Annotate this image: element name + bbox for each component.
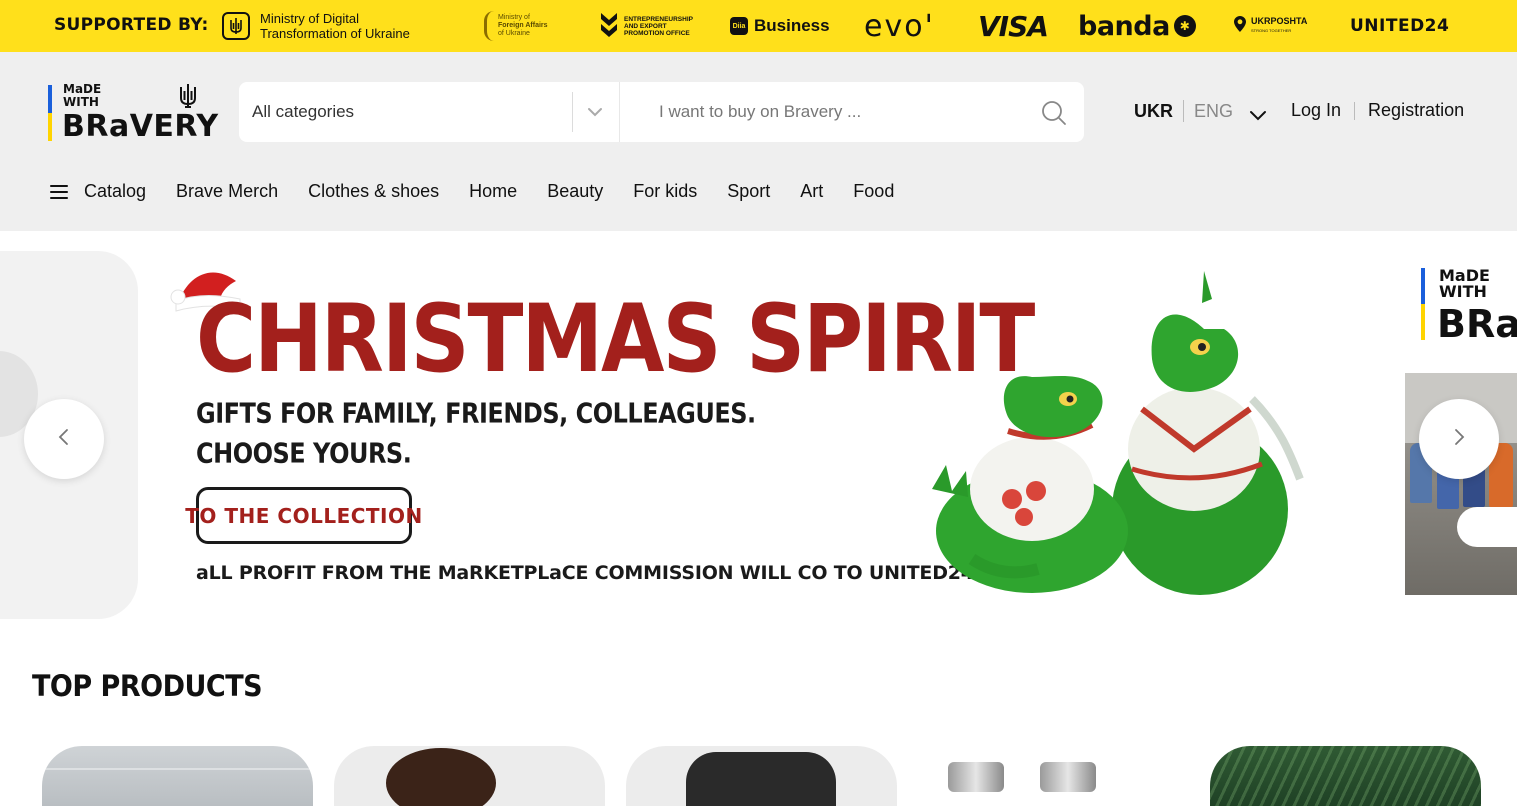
next-logo-line3: BRav	[1437, 302, 1517, 346]
sponsor-banda-text: banda	[1078, 10, 1170, 42]
sponsor-banda[interactable]: banda ✱	[1078, 0, 1196, 52]
next-logo-line2: WITH	[1439, 282, 1487, 301]
sponsor-epo-line1: ENTREPRENEURSHIP	[624, 15, 693, 23]
nav-beauty[interactable]: Beauty	[547, 181, 603, 202]
nav-home[interactable]: Home	[469, 181, 517, 202]
hamburger-menu-icon[interactable]	[50, 184, 68, 199]
sponsor-ukrposhta[interactable]: UKRPOSHTA STRONG TOGETHER	[1234, 0, 1307, 52]
banner-slide[interactable]: CHRISTMAS SPIRIT GIFTS FOR FAMILY, FRIEN…	[160, 251, 1390, 619]
language-ukr[interactable]: UKR	[1134, 101, 1173, 122]
language-eng[interactable]: ENG	[1194, 101, 1233, 122]
nav-sport[interactable]: Sport	[727, 181, 770, 202]
sponsor-mindigit-line2: Transformation of Ukraine	[260, 26, 410, 41]
sponsor-diia-business[interactable]: Diia Business	[730, 0, 830, 52]
language-divider	[1183, 100, 1184, 122]
logo-line3: BRaVERY	[62, 109, 219, 144]
sponsor-mfa-line3: of Ukraine	[498, 30, 530, 37]
epo-logo-icon	[600, 12, 618, 41]
to-collection-button[interactable]: TO THE COLLECTION	[185, 487, 422, 544]
map-pin-icon	[1234, 15, 1246, 37]
sponsor-mfa-line1: Ministry of	[498, 14, 530, 21]
sponsor-label: SUPPORTED BY:	[54, 15, 209, 35]
site-header: MaDE WITH BRaVERY All categories UKR ENG…	[0, 52, 1517, 231]
nav-brave-merch[interactable]: Brave Merch	[176, 181, 278, 202]
nav-for-kids[interactable]: For kids	[633, 181, 697, 202]
banner-title: CHRISTMAS SPIRIT	[196, 285, 1035, 394]
nav-clothes-shoes[interactable]: Clothes & shoes	[308, 181, 439, 202]
banner-carousel: CHRISTMAS SPIRIT GIFTS FOR FAMILY, FRIEN…	[0, 231, 1517, 631]
search-bar: All categories	[239, 82, 1084, 142]
sponsor-diia-text: Business	[754, 16, 830, 35]
product-card[interactable]	[1210, 746, 1481, 806]
banda-logo-icon: ✱	[1173, 15, 1196, 37]
product-card[interactable]	[626, 746, 897, 806]
arrow-right-icon	[1452, 428, 1466, 451]
dragon-toys-image	[932, 271, 1304, 595]
search-divider	[619, 82, 620, 142]
sponsor-bar: SUPPORTED BY: Ministry of Digital Transf…	[0, 0, 1517, 52]
search-icon[interactable]	[1040, 99, 1068, 127]
diia-logo-icon: Diia	[730, 17, 748, 35]
carousel-next-button[interactable]	[1419, 399, 1499, 479]
nav-catalog[interactable]: Catalog	[84, 181, 146, 202]
banner-footer-text: aLL PROFIT FROM THE MaRKETPLaCE COMMISSI…	[196, 562, 974, 584]
category-divider	[572, 92, 573, 132]
sponsor-ukrposhta-name: UKRPOSHTA	[1251, 16, 1308, 26]
top-products-heading: TOP PRODUCTS	[32, 670, 263, 704]
registration-link[interactable]: Registration	[1368, 100, 1464, 121]
main-nav: Catalog Brave Merch Clothes & shoes Home…	[50, 181, 924, 202]
sponsor-visa[interactable]: VISA	[978, 0, 1049, 52]
category-selected-value: All categories	[252, 102, 355, 121]
trident-icon	[178, 83, 198, 115]
sponsor-ukrposhta-sub: STRONG TOGETHER	[1251, 28, 1292, 33]
login-link[interactable]: Log In	[1291, 100, 1341, 121]
sponsor-united24[interactable]: UNITED24	[1350, 0, 1449, 52]
product-card[interactable]	[918, 746, 1189, 806]
category-select[interactable]: All categories	[239, 82, 619, 142]
sponsor-ministry-digital[interactable]: Ministry of Digital Transformation of Uk…	[222, 0, 410, 52]
auth-divider	[1354, 101, 1356, 120]
logo-blue-bar	[48, 85, 52, 113]
auth-links: Log In Registration	[1291, 100, 1464, 121]
search-input[interactable]	[639, 82, 1029, 142]
sponsor-mindigit-line1: Ministry of Digital	[260, 11, 359, 26]
logo-yellow-bar	[48, 113, 52, 141]
trident-icon	[222, 12, 250, 40]
arrow-left-icon	[57, 428, 71, 451]
logo-line2: WITH	[63, 95, 99, 109]
chevron-down-icon[interactable]	[1249, 105, 1267, 121]
sponsor-export-office[interactable]: ENTREPRENEURSHIP AND EXPORT PROMOTION OF…	[600, 0, 693, 52]
sponsor-evo[interactable]: evo'	[864, 0, 935, 52]
product-card[interactable]	[42, 746, 313, 806]
banner-subtitle-2: CHOOSE YOURS.	[196, 437, 412, 470]
banner-subtitle-1: GIFTS FOR FAMILY, FRIENDS, COLLEAGUES.	[196, 397, 756, 430]
sponsor-epo-line2: AND EXPORT	[624, 22, 667, 30]
product-card[interactable]	[334, 746, 605, 806]
mfa-logo-icon	[484, 11, 494, 41]
nav-food[interactable]: Food	[853, 181, 894, 202]
carousel-prev-button[interactable]	[24, 399, 104, 479]
language-switcher[interactable]: UKR ENG	[1134, 100, 1267, 122]
sponsor-mfa-line2: Foreign Affairs	[498, 22, 548, 29]
sponsor-ministry-foreign-affairs[interactable]: Ministry of Foreign Affairs of Ukraine	[484, 0, 548, 52]
sponsor-epo-line3: PROMOTION OFFICE	[624, 29, 690, 37]
nav-art[interactable]: Art	[800, 181, 823, 202]
chevron-down-icon[interactable]	[585, 104, 605, 120]
site-logo[interactable]: MaDE WITH BRaVERY	[48, 83, 218, 144]
